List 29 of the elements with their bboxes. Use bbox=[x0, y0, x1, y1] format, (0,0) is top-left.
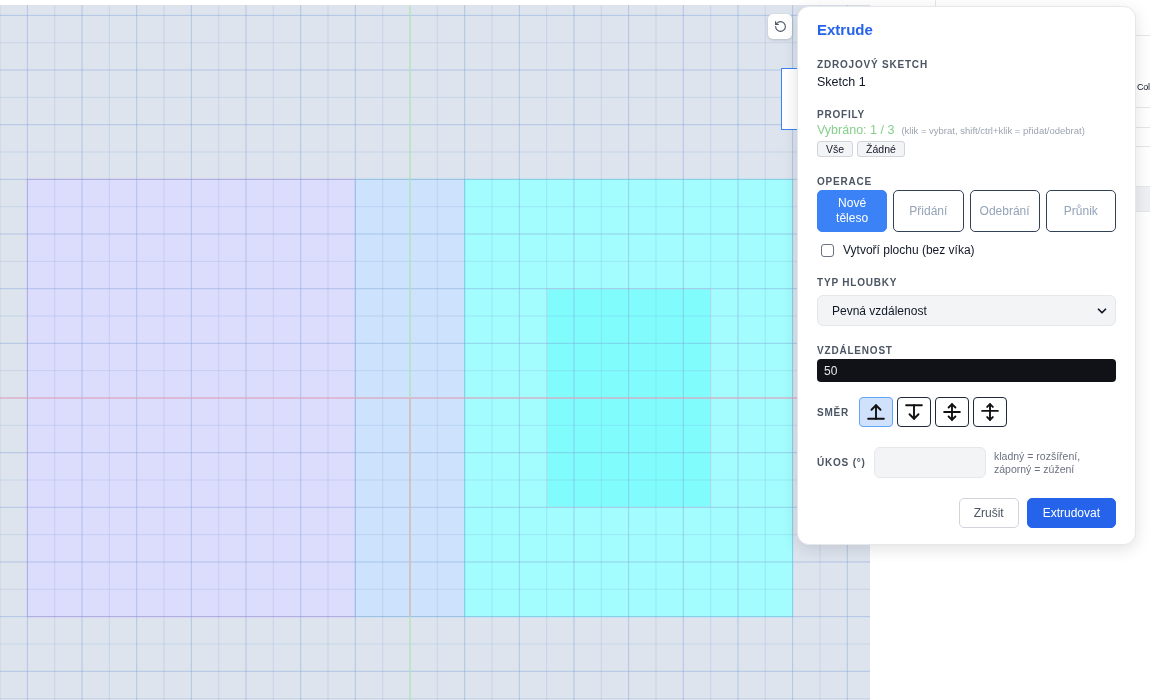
extrude-button[interactable]: Extrudovat bbox=[1026, 498, 1116, 528]
profile-select-button[interactable]: Vše bbox=[817, 141, 854, 157]
field-label: SMĚR bbox=[817, 406, 851, 418]
field-label: ÚKOS (°) bbox=[817, 457, 865, 468]
field-label: VZDÁLENOST bbox=[817, 344, 893, 358]
reset-view-button[interactable] bbox=[768, 14, 792, 39]
rotate-icon bbox=[773, 20, 787, 33]
checkbox-label: Vytvoří plochu (bez víka) bbox=[843, 243, 975, 257]
field-label: TYP HLOUBKY bbox=[817, 276, 898, 290]
dialog-title: Extrude bbox=[817, 20, 873, 40]
checkbox[interactable] bbox=[821, 243, 834, 257]
direction-button[interactable] bbox=[859, 397, 893, 427]
field-label: OPERACE bbox=[817, 175, 873, 189]
distance-input[interactable]: 50 bbox=[817, 359, 1116, 382]
field-label: ZDROJOVÝ SKETCH bbox=[817, 58, 928, 72]
taper-input[interactable] bbox=[874, 447, 986, 478]
profile-select-button[interactable]: Žádné bbox=[857, 141, 905, 157]
direction-button[interactable] bbox=[897, 397, 931, 427]
cancel-button[interactable]: Zrušit bbox=[958, 498, 1019, 528]
depth-type-select[interactable]: Pevná vzdálenost bbox=[817, 295, 1116, 326]
selection-count: Vybráno: 1 / 3 bbox=[817, 122, 895, 138]
operation-button[interactable]: Nové těleso bbox=[817, 190, 888, 232]
field-label: PROFILY bbox=[817, 108, 866, 122]
sketch-name: Sketch 1 bbox=[817, 74, 866, 90]
column-header: Col bbox=[1137, 82, 1150, 92]
direction-button[interactable] bbox=[973, 397, 1007, 427]
taper-hint: kladný = rozšíření, záporný = zúžení bbox=[994, 449, 1082, 476]
selection-hint: (klik = vybrat, shift/ctrl+klik = přidat/odebrat) bbox=[901, 125, 1085, 136]
direction-button[interactable] bbox=[935, 397, 969, 427]
